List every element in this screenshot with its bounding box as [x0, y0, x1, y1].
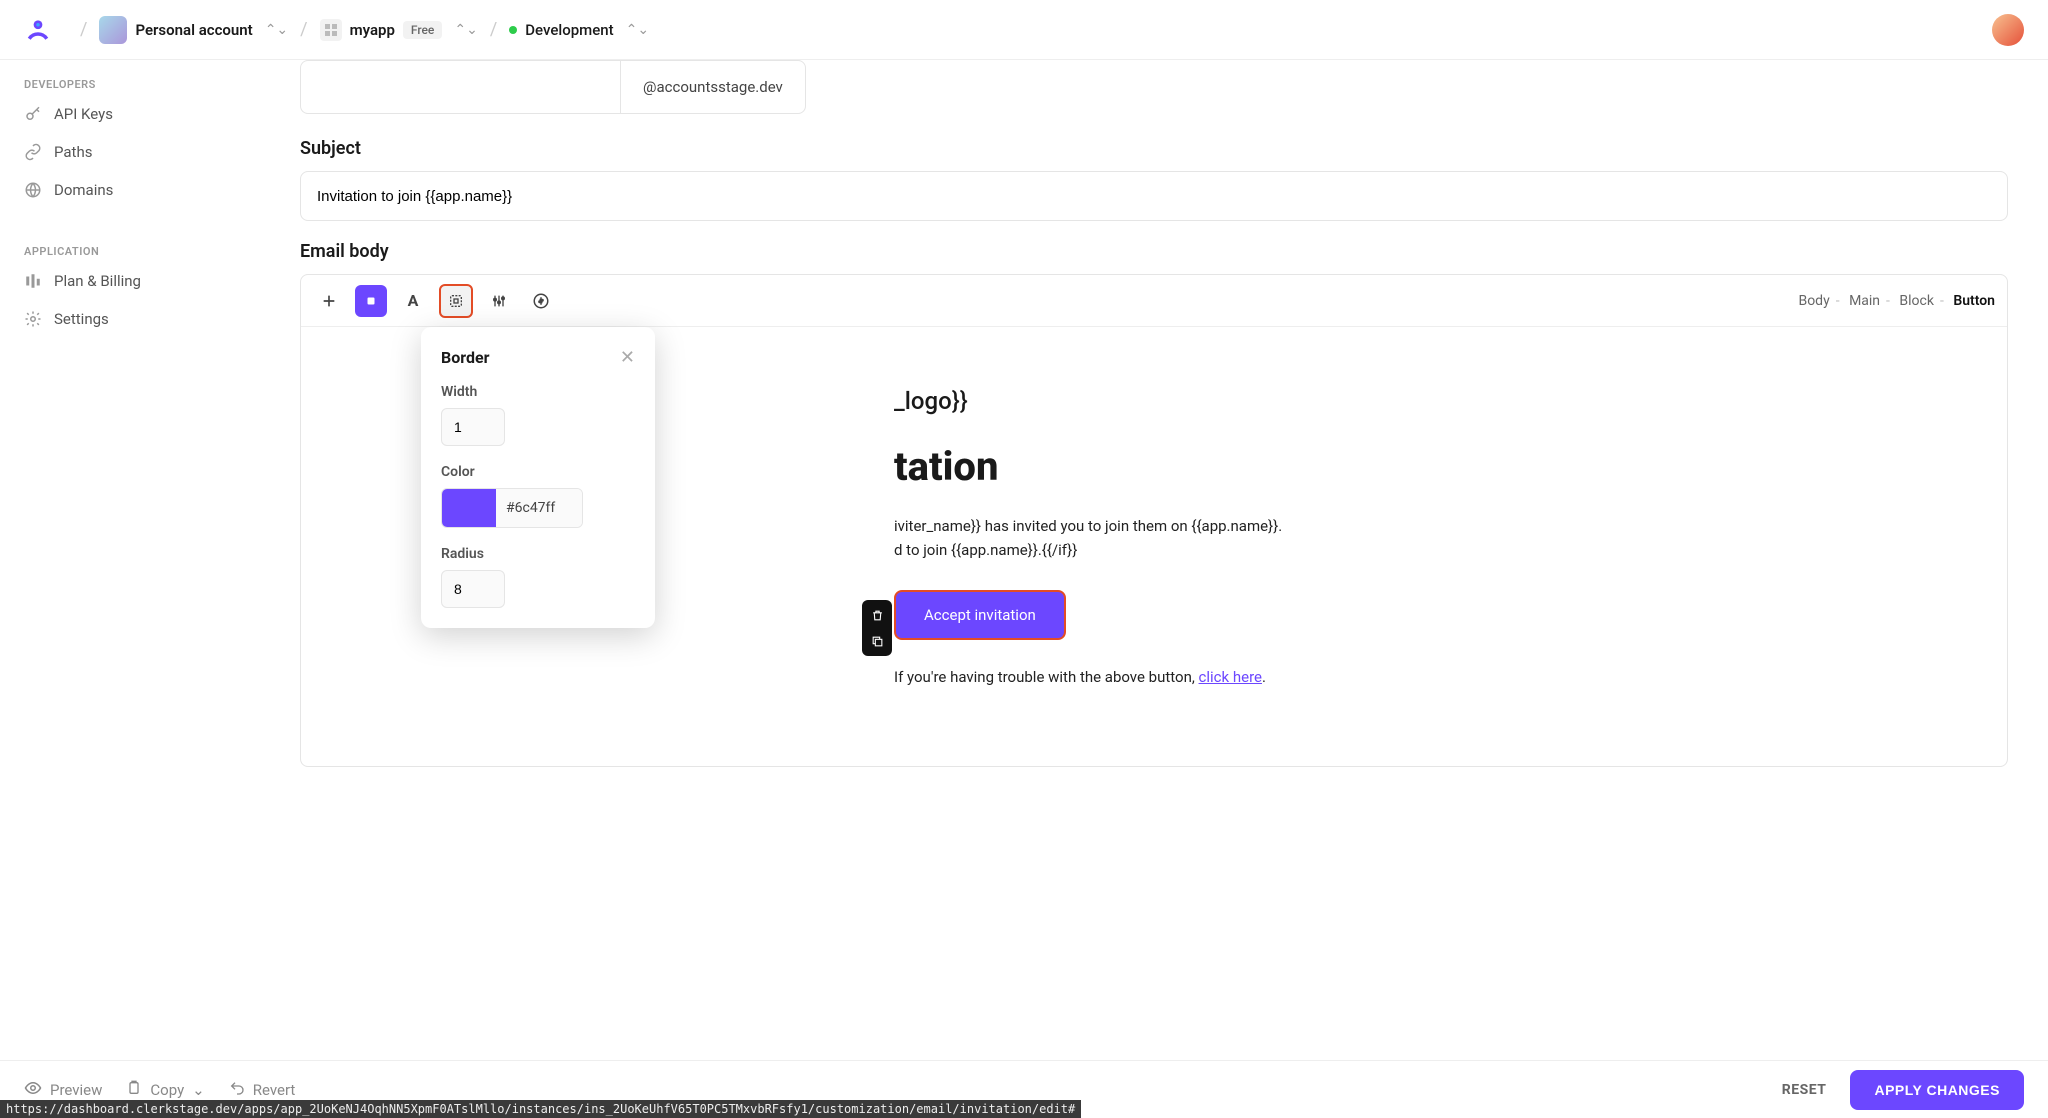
breadcrumb-block[interactable]: Block [1899, 293, 1934, 309]
link-icon [24, 143, 42, 161]
app-logo[interactable] [24, 16, 52, 44]
subject-label: Subject [300, 138, 2008, 159]
eye-icon [24, 1079, 42, 1101]
email-title[interactable]: tation [894, 443, 1534, 490]
avatar-icon [99, 16, 127, 44]
email-line-1[interactable]: iviter_name}} has invited you to join th… [894, 514, 1534, 538]
status-dot-icon [509, 26, 517, 34]
breadcrumb-body[interactable]: Body [1798, 293, 1829, 309]
revert-button[interactable]: Revert [229, 1080, 296, 1100]
tool-block[interactable] [355, 285, 387, 317]
sidebar: DEVELOPERS API Keys Paths Domains APPLIC… [0, 60, 300, 1060]
color-hex: #6c47ff [496, 489, 582, 527]
breadcrumb-button[interactable]: Button [1953, 293, 1995, 309]
width-label: Width [441, 384, 635, 400]
sidebar-label: API Keys [54, 105, 113, 123]
breadcrumb-main[interactable]: Main [1849, 293, 1880, 309]
duplicate-icon[interactable] [866, 630, 888, 652]
preview-button[interactable]: Preview [24, 1079, 102, 1101]
separator-icon: / [300, 19, 307, 40]
top-header: / Personal account ⌃⌄ / myapp Free ⌃⌄ / … [0, 0, 2048, 60]
status-bar-url: https://dashboard.clerkstage.dev/apps/ap… [0, 1100, 1081, 1118]
app-icon [320, 19, 342, 41]
sidebar-item-plan-billing[interactable]: Plan & Billing [8, 262, 292, 300]
apply-changes-button[interactable]: APPLY CHANGES [1850, 1070, 2024, 1110]
account-selector[interactable]: Personal account ⌃⌄ [99, 16, 288, 44]
border-width-input[interactable] [441, 408, 505, 446]
gear-icon [24, 310, 42, 328]
tool-add[interactable] [313, 285, 345, 317]
subject-input[interactable] [300, 171, 2008, 221]
tool-text[interactable]: A [397, 285, 429, 317]
editor-toolbar: A Body- Main- Block- Button [301, 275, 2007, 327]
app-label: myapp [350, 21, 395, 39]
sidebar-label: Plan & Billing [54, 272, 141, 290]
clipboard-icon [126, 1080, 142, 1100]
close-icon[interactable]: ✕ [620, 347, 635, 368]
chevron-down-icon: ⌄ [192, 1081, 205, 1099]
border-color-input[interactable]: #6c47ff [441, 488, 583, 528]
tool-variables[interactable] [525, 285, 557, 317]
chevron-updown-icon: ⌃⌄ [454, 22, 477, 38]
sidebar-item-settings[interactable]: Settings [8, 300, 292, 338]
sidebar-label: Paths [54, 143, 92, 161]
radius-label: Radius [441, 546, 635, 562]
separator-icon: / [80, 19, 87, 40]
main-content: @accountsstage.dev Subject Email body A [300, 60, 2048, 1060]
plan-icon [24, 272, 42, 290]
popover-title: Border [441, 348, 489, 367]
email-cta-button[interactable]: Accept invitation [894, 590, 1066, 640]
editor-breadcrumb: Body- Main- Block- Button [1798, 293, 1995, 309]
from-local-input[interactable] [300, 60, 620, 114]
element-toolbar [862, 600, 892, 656]
sidebar-section-developers: DEVELOPERS [8, 70, 292, 95]
separator-icon: / [490, 19, 497, 40]
tool-spacing[interactable] [483, 285, 515, 317]
undo-icon [229, 1080, 245, 1100]
email-line-2[interactable]: d to join {{app.name}}.{{/if}} [894, 538, 1534, 562]
email-body-editor: A Body- Main- Block- Button Border [300, 274, 2008, 767]
account-label: Personal account [135, 21, 252, 39]
app-selector[interactable]: myapp Free ⌃⌄ [320, 19, 478, 41]
tool-border[interactable] [439, 284, 473, 318]
sidebar-label: Domains [54, 181, 113, 199]
email-body-label: Email body [300, 241, 2008, 262]
globe-icon [24, 181, 42, 199]
sidebar-item-paths[interactable]: Paths [8, 133, 292, 171]
copy-button[interactable]: Copy ⌄ [126, 1080, 204, 1100]
color-swatch[interactable] [442, 489, 496, 527]
plan-badge: Free [403, 21, 442, 39]
key-icon [24, 105, 42, 123]
chevron-updown-icon: ⌃⌄ [626, 22, 649, 38]
click-here-link[interactable]: click here [1199, 668, 1262, 686]
email-logo-placeholder[interactable]: _logo}} [894, 387, 1534, 415]
border-radius-input[interactable] [441, 570, 505, 608]
color-label: Color [441, 464, 635, 480]
environment-selector[interactable]: Development ⌃⌄ [509, 21, 649, 39]
user-avatar[interactable] [1992, 14, 2024, 46]
sidebar-item-api-keys[interactable]: API Keys [8, 95, 292, 133]
from-domain-row: @accountsstage.dev [300, 60, 2008, 114]
sidebar-label: Settings [54, 310, 109, 328]
delete-icon[interactable] [866, 604, 888, 626]
sidebar-section-application: APPLICATION [8, 237, 292, 262]
email-footer-text[interactable]: If you're having trouble with the above … [894, 668, 1534, 686]
chevron-updown-icon: ⌃⌄ [265, 22, 288, 38]
sidebar-item-domains[interactable]: Domains [8, 171, 292, 209]
domain-suffix: @accountsstage.dev [620, 60, 806, 114]
environment-label: Development [525, 21, 613, 39]
reset-button[interactable]: RESET [1782, 1082, 1827, 1098]
border-popover: Border ✕ Width Color #6c47ff [421, 327, 655, 628]
